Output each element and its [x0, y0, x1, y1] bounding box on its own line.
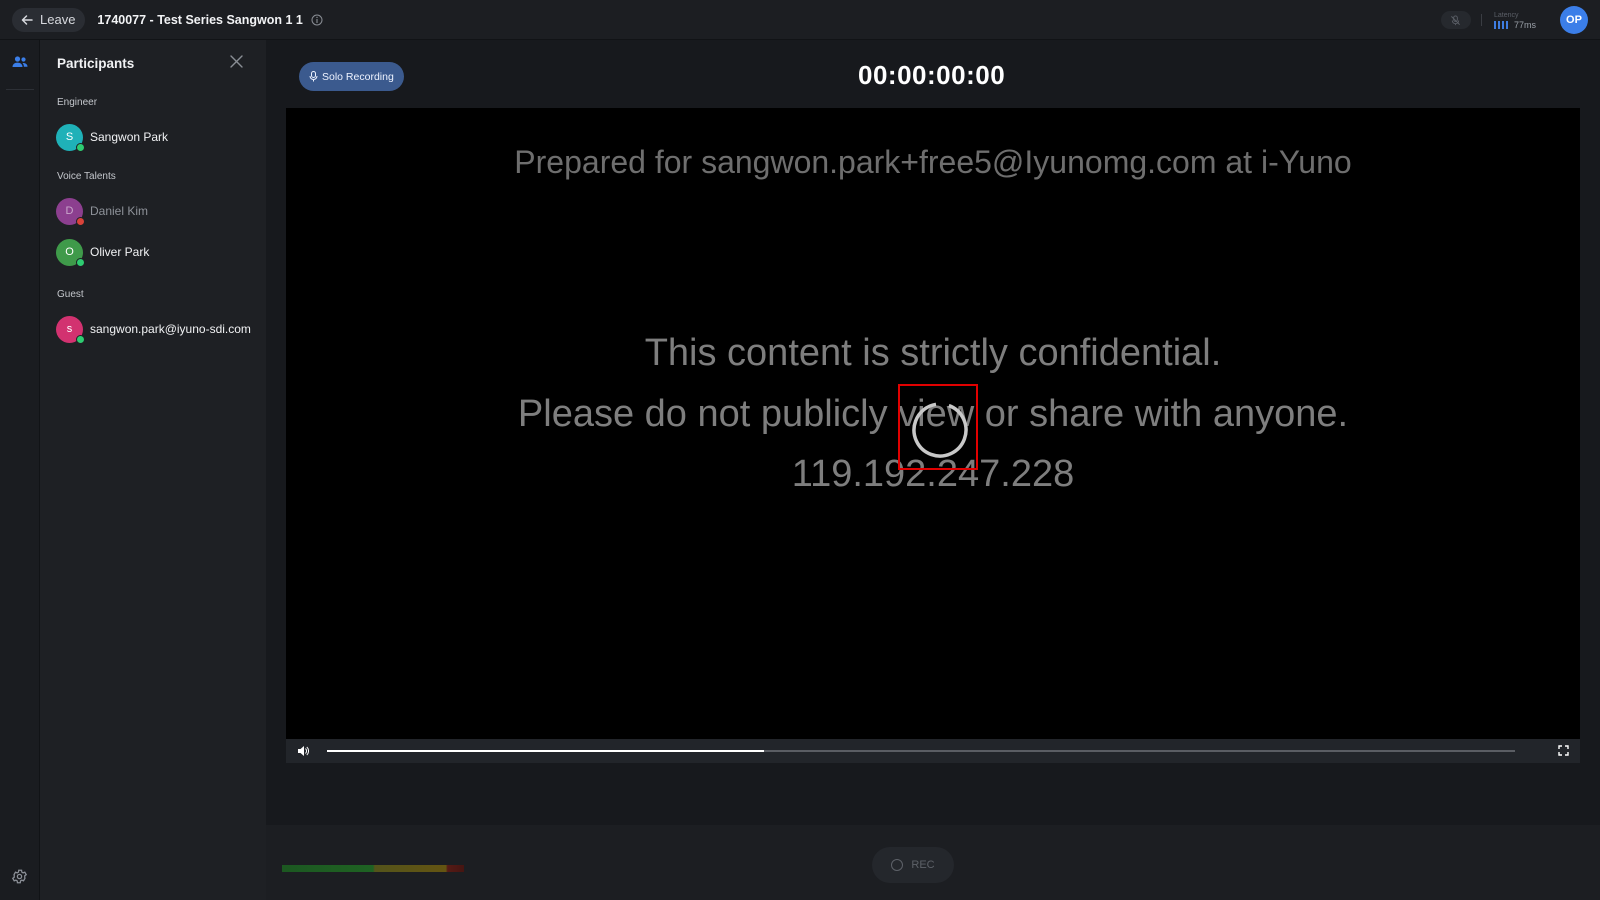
info-icon[interactable]	[311, 14, 323, 26]
highlight-box	[898, 384, 978, 470]
participant-name: Sangwon Park	[90, 130, 169, 144]
divider	[1480, 14, 1482, 26]
solo-recording-button[interactable]: Solo Recording	[299, 62, 404, 91]
participant-name: Daniel Kim	[90, 204, 149, 218]
online-status-dot	[76, 334, 85, 344]
participant-item[interactable]: s sangwon.park@iyuno-sdi.com	[56, 315, 251, 344]
participant-name: Oliver Park	[90, 245, 150, 259]
session-title: 1740077 - Test Series Sangwon 1 1	[97, 12, 303, 27]
record-icon	[891, 859, 904, 871]
group-label-engineer: Engineer	[57, 97, 98, 108]
avatar-initial: O	[65, 246, 74, 258]
latency-indicator: Latency 77ms	[1493, 11, 1536, 30]
watermark-text: Prepared for sangwon.park+free5@Iyunomg.…	[514, 144, 1352, 180]
online-status-dot	[76, 142, 85, 152]
gear-icon[interactable]	[11, 868, 28, 885]
microphone-muted-toggle[interactable]	[1440, 11, 1471, 29]
avatar: O	[56, 238, 85, 267]
recording-bar: REC	[266, 825, 1600, 900]
close-icon[interactable]	[230, 55, 243, 68]
avatar: S	[56, 123, 85, 152]
latency-label: Latency	[1493, 11, 1519, 19]
record-button[interactable]: REC	[872, 847, 954, 883]
microphone-off-icon	[1451, 14, 1461, 25]
avatar-initial: D	[65, 205, 74, 217]
group-label-guest: Guest	[57, 289, 84, 300]
volume-icon[interactable]	[297, 745, 309, 757]
confidential-notice-line1: This content is strictly confidential.	[644, 332, 1222, 374]
participant-name: sangwon.park@iyuno-sdi.com	[90, 322, 251, 336]
rail-divider	[6, 89, 34, 90]
participants-icon[interactable]	[11, 54, 29, 70]
participant-item[interactable]: S Sangwon Park	[56, 123, 169, 152]
microphone-icon	[309, 71, 318, 82]
record-label: REC	[911, 859, 935, 871]
leave-button[interactable]: Leave	[12, 7, 86, 32]
signal-bars-icon	[1493, 20, 1508, 29]
participant-item[interactable]: D Daniel Kim	[56, 197, 149, 226]
participants-panel: Participants Engineer S Sangwon Park Voi…	[40, 40, 266, 900]
leave-label: Leave	[40, 12, 76, 27]
main-area: Solo Recording 00:00:00:00 Prepared for …	[266, 40, 1600, 900]
avatar-initial: S	[65, 131, 74, 143]
latency-value: 77ms	[1513, 19, 1536, 30]
solo-recording-label: Solo Recording	[322, 70, 394, 83]
timecode: 00:00:00:00	[858, 60, 1006, 90]
progress-fill	[327, 750, 765, 752]
progress-bar[interactable]	[327, 750, 1515, 752]
group-label-voice-talents: Voice Talents	[57, 171, 116, 182]
user-avatar[interactable]: OP	[1560, 6, 1588, 34]
fullscreen-icon[interactable]	[1558, 745, 1569, 756]
participant-item[interactable]: O Oliver Park	[56, 238, 150, 267]
online-status-dot	[76, 257, 85, 267]
avatar: D	[56, 197, 85, 226]
offline-status-dot	[76, 216, 85, 226]
avatar: s	[56, 315, 85, 344]
avatar-initial: s	[66, 323, 73, 335]
audio-level-meter	[282, 865, 464, 872]
left-rail	[0, 40, 40, 900]
video-player[interactable]: Prepared for sangwon.park+free5@Iyunomg.…	[286, 108, 1580, 763]
arrow-left-icon	[21, 14, 33, 25]
video-controls	[286, 739, 1580, 763]
panel-title: Participants	[57, 56, 135, 71]
top-bar: Leave 1740077 - Test Series Sangwon 1 1 …	[0, 0, 1600, 40]
